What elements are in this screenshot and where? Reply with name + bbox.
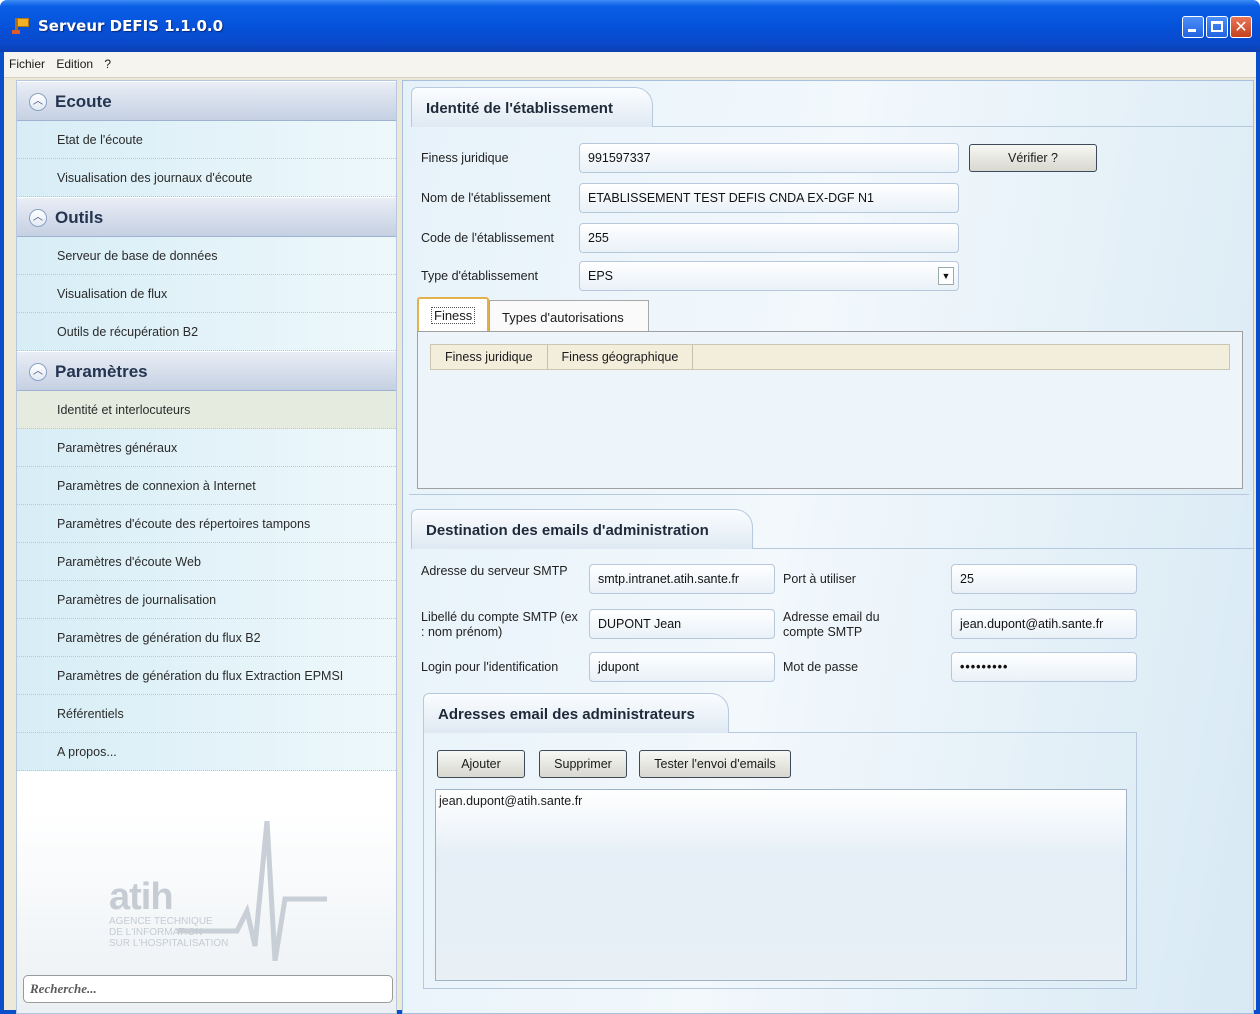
finess-input[interactable]: 991597337 xyxy=(579,143,959,173)
login-label: Login pour l'identification xyxy=(421,660,559,674)
sidebar-item-flux-b2[interactable]: Paramètres de génération du flux B2 xyxy=(17,619,396,657)
maximize-button[interactable] xyxy=(1206,16,1228,38)
menu-bar: Fichier Edition ? xyxy=(4,52,1256,78)
close-button[interactable]: ✕ xyxy=(1230,16,1252,38)
port-input[interactable]: 25 xyxy=(951,564,1137,594)
smtp-input[interactable]: smtp.intranet.atih.sante.fr xyxy=(589,564,775,594)
list-item[interactable]: jean.dupont@atih.sante.fr xyxy=(439,794,1123,808)
code-input[interactable]: 255 xyxy=(579,223,959,253)
sidebar-item-parametres-generaux[interactable]: Paramètres généraux xyxy=(17,429,396,467)
section-label: Paramètres xyxy=(55,362,148,381)
sidebar-item-recuperation-b2[interactable]: Outils de récupération B2 xyxy=(17,313,396,351)
sidebar-item-identite[interactable]: Identité et interlocuteurs xyxy=(17,391,396,429)
login-input[interactable]: jdupont xyxy=(589,652,775,682)
collapse-chevron-icon: ︿ xyxy=(29,209,47,227)
content-panel: Identité de l'établissement Finess jurid… xyxy=(402,80,1254,1014)
sidebar-item-visualisation-flux[interactable]: Visualisation de flux xyxy=(17,275,396,313)
column-finess-juridique[interactable]: Finess juridique xyxy=(431,345,548,369)
nom-label: Nom de l'établissement xyxy=(421,191,551,205)
identite-group-title: Identité de l'établissement xyxy=(411,87,653,127)
section-label: Ecoute xyxy=(55,92,112,111)
collapse-chevron-icon: ︿ xyxy=(29,93,47,111)
section-label: Outils xyxy=(55,208,104,227)
minimize-button[interactable] xyxy=(1182,16,1204,38)
port-label: Port à utiliser xyxy=(783,572,856,586)
email-label: Adresse email du compte SMTP xyxy=(783,610,880,639)
emails-group-title: Destination des emails d'administration xyxy=(411,509,753,549)
smtp-label: Adresse du serveur SMTP xyxy=(421,564,568,578)
minimize-icon xyxy=(1188,29,1196,32)
finess-tab-body: Finess juridique Finess géographique xyxy=(417,331,1243,489)
sidebar-item-connexion-internet[interactable]: Paramètres de connexion à Internet xyxy=(17,467,396,505)
atih-logo-subtitle: AGENCE TECHNIQUE DE L'INFORMATION SUR L'… xyxy=(109,916,229,949)
atih-logo: atih xyxy=(109,876,174,918)
menu-help[interactable]: ? xyxy=(99,52,114,71)
remove-button[interactable]: Supprimer xyxy=(539,750,627,778)
finess-label: Finess juridique xyxy=(421,151,509,165)
type-label: Type d'établissement xyxy=(421,269,539,283)
menu-edition[interactable]: Edition xyxy=(51,52,96,71)
nom-input[interactable]: ETABLISSEMENT TEST DEFIS CNDA EX-DGF N1 xyxy=(579,183,959,213)
app-flag-icon xyxy=(12,18,30,34)
password-input[interactable]: ••••••••• xyxy=(951,652,1137,682)
sidebar: ︿ Ecoute Etat de l'écoute Visualisation … xyxy=(16,80,397,1014)
email-input[interactable]: jean.dupont@atih.sante.fr xyxy=(951,609,1137,639)
search-input[interactable]: Recherche... xyxy=(23,975,393,1003)
window-title: Serveur DEFIS 1.1.0.0 xyxy=(38,17,224,35)
admin-email-list[interactable]: jean.dupont@atih.sante.fr xyxy=(435,789,1127,981)
add-button[interactable]: Ajouter xyxy=(437,750,525,778)
tab-finess[interactable]: Finess xyxy=(417,297,489,332)
section-outils[interactable]: ︿ Outils xyxy=(17,197,396,237)
maximize-icon xyxy=(1211,21,1223,32)
collapse-chevron-icon: ︿ xyxy=(29,363,47,381)
code-label: Code de l'établissement xyxy=(421,231,555,245)
sidebar-item-base-donnees[interactable]: Serveur de base de données xyxy=(17,237,396,275)
column-finess-geographique[interactable]: Finess géographique xyxy=(548,345,694,369)
sidebar-item-journalisation[interactable]: Paramètres de journalisation xyxy=(17,581,396,619)
menu-fichier[interactable]: Fichier xyxy=(4,52,48,71)
close-icon: ✕ xyxy=(1234,17,1248,36)
section-ecoute[interactable]: ︿ Ecoute xyxy=(17,81,396,121)
finess-grid-header: Finess juridique Finess géographique xyxy=(430,344,1230,370)
sidebar-item-repertoires-tampons[interactable]: Paramètres d'écoute des répertoires tamp… xyxy=(17,505,396,543)
section-parametres[interactable]: ︿ Paramètres xyxy=(17,351,396,391)
verify-button[interactable]: Vérifier ? xyxy=(969,144,1097,172)
type-select[interactable]: EPS ▼ xyxy=(579,261,959,291)
compte-input[interactable]: DUPONT Jean xyxy=(589,609,775,639)
sidebar-item-journaux-ecoute[interactable]: Visualisation des journaux d'écoute xyxy=(17,159,396,197)
type-select-value: EPS xyxy=(588,269,614,283)
chevron-down-icon[interactable]: ▼ xyxy=(938,267,954,285)
title-bar: Serveur DEFIS 1.1.0.0 ✕ xyxy=(0,0,1260,52)
sidebar-item-a-propos[interactable]: A propos... xyxy=(17,733,396,771)
sidebar-item-etat-ecoute[interactable]: Etat de l'écoute xyxy=(17,121,396,159)
test-email-button[interactable]: Tester l'envoi d'emails xyxy=(639,750,791,778)
compte-label: Libellé du compte SMTP (ex : nom prénom) xyxy=(421,610,578,639)
sidebar-item-referentiels[interactable]: Référentiels xyxy=(17,695,396,733)
window-frame: Fichier Edition ? ︿ Ecoute Etat de l'éco… xyxy=(0,52,1260,1014)
admins-group-title: Adresses email des administrateurs xyxy=(423,693,729,733)
password-label: Mot de passe xyxy=(783,660,859,674)
tab-types-autorisations[interactable]: Types d'autorisations xyxy=(489,300,649,332)
sidebar-item-flux-epmsi[interactable]: Paramètres de génération du flux Extract… xyxy=(17,657,396,695)
sidebar-item-ecoute-web[interactable]: Paramètres d'écoute Web xyxy=(17,543,396,581)
